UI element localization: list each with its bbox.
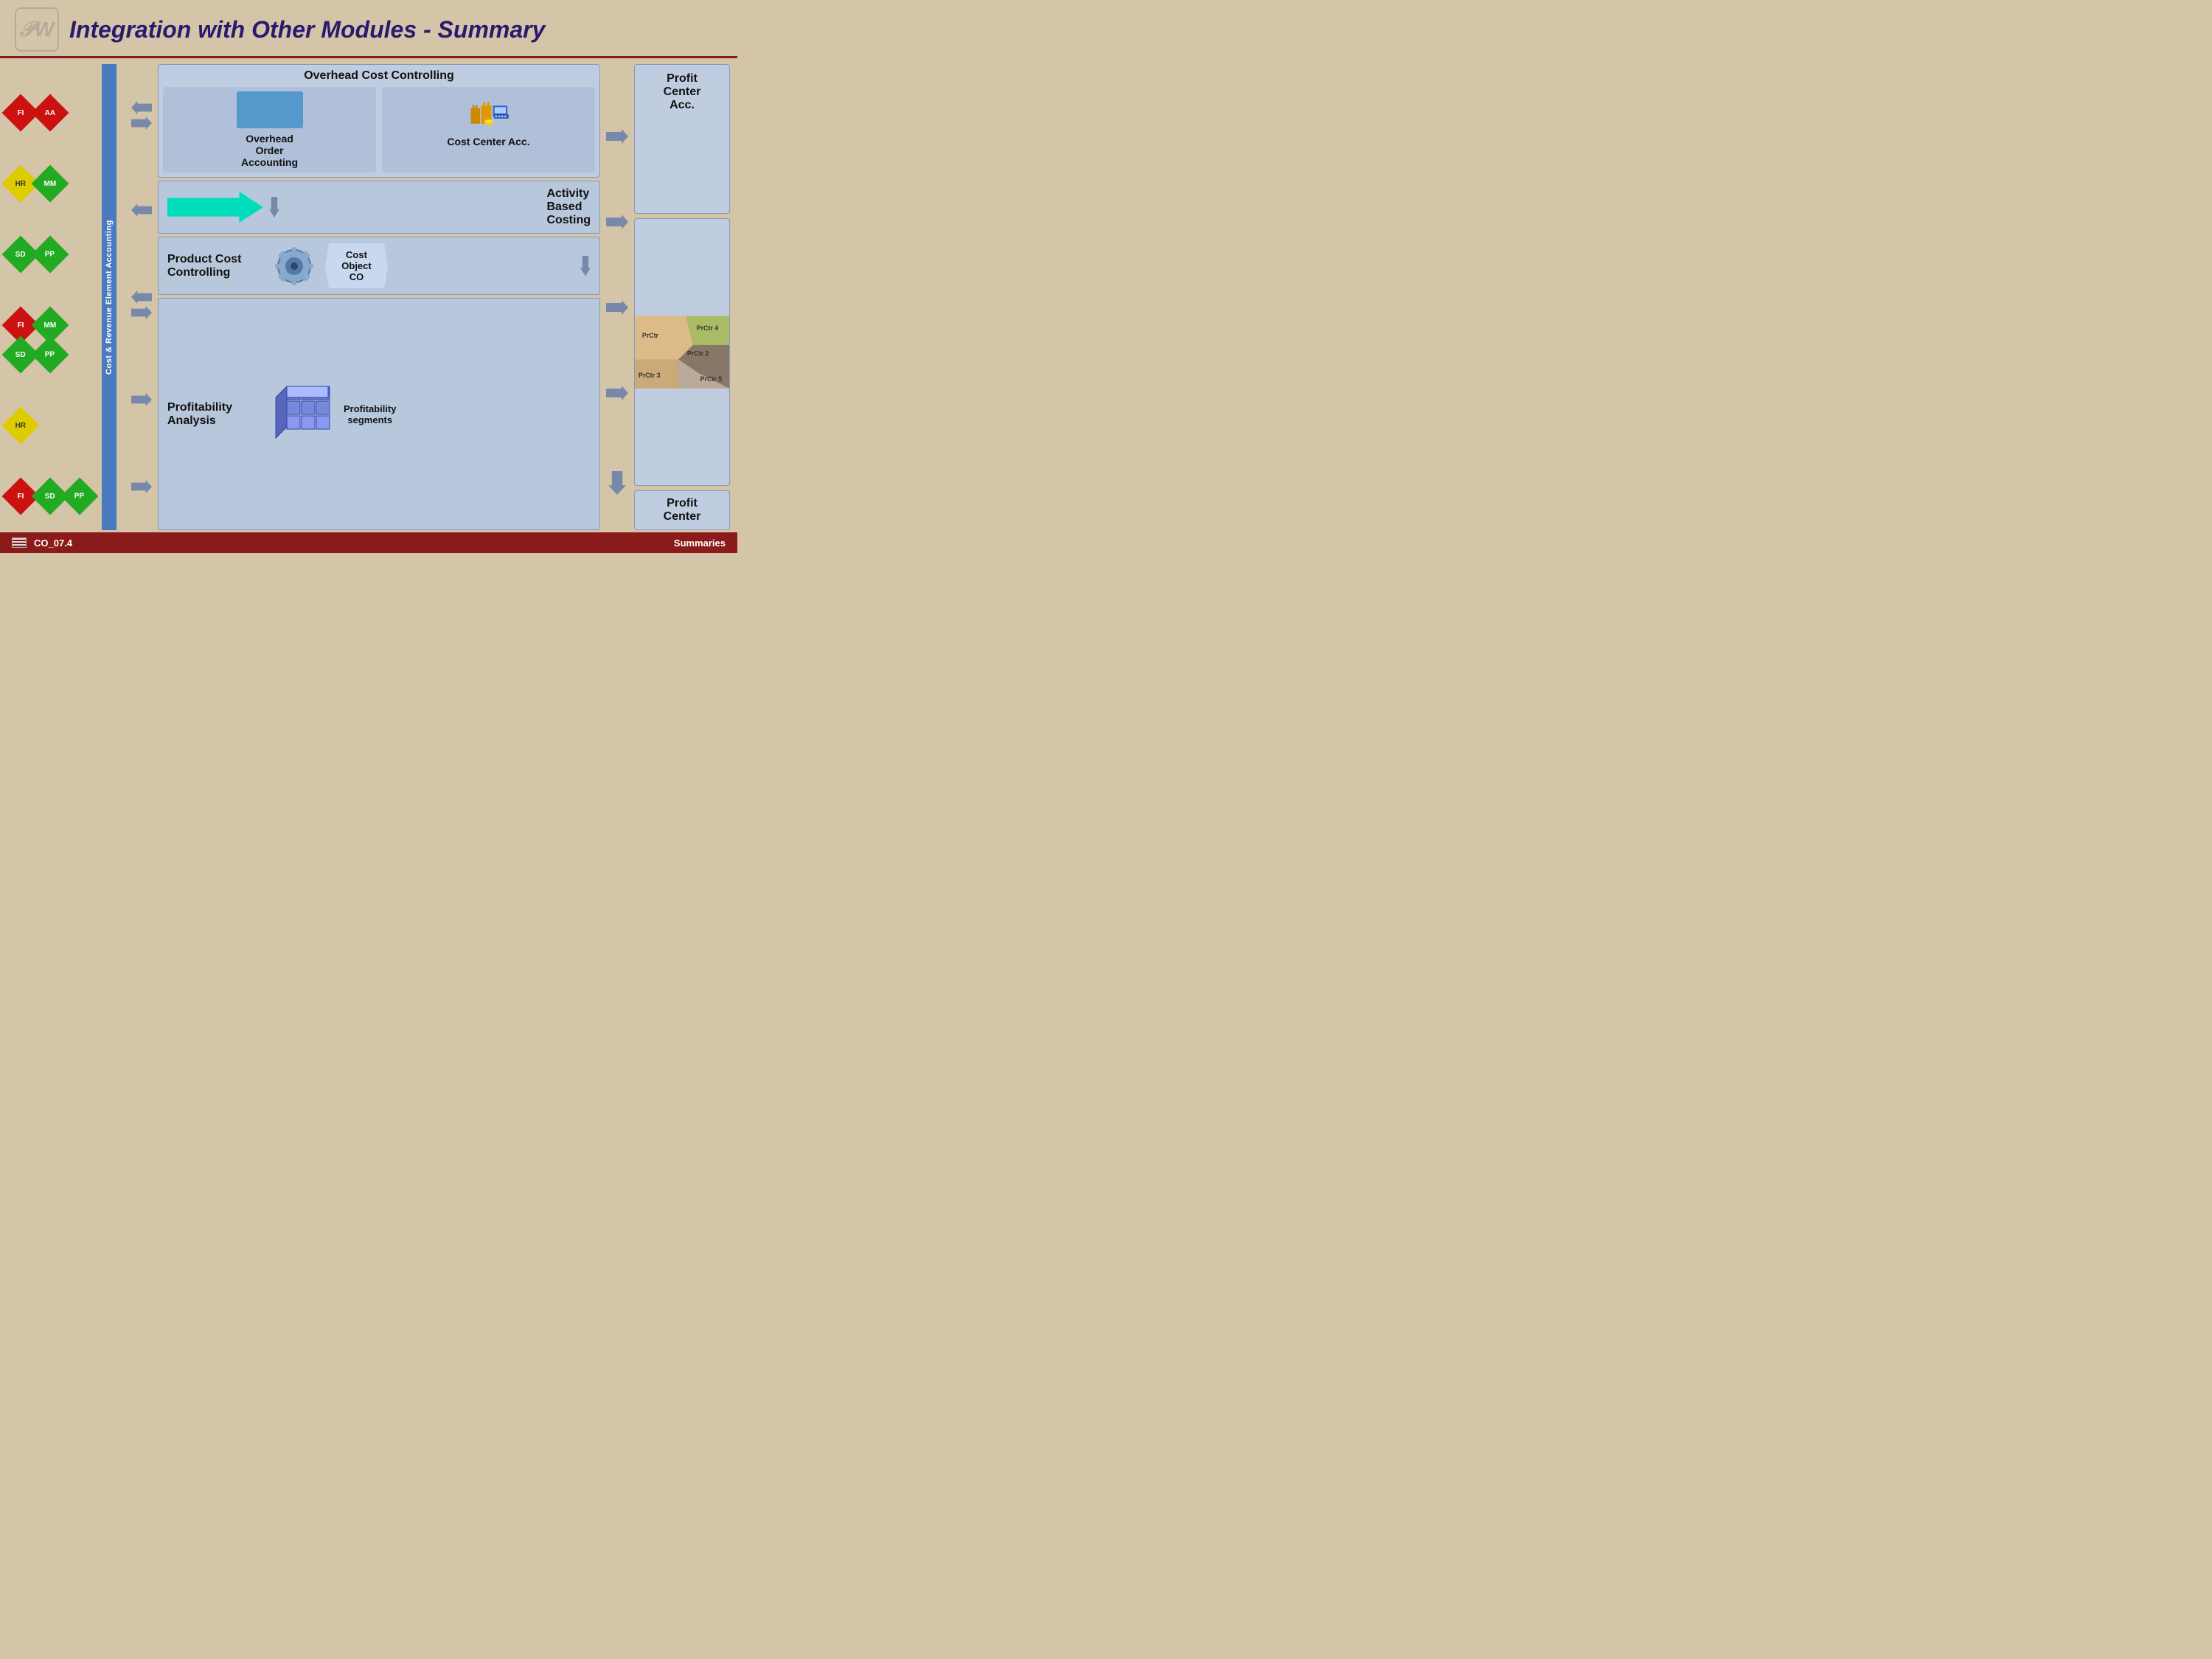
abc-row: ActivityBasedCosting xyxy=(158,181,600,234)
badge-row-5: HR xyxy=(7,412,96,439)
cost-center-box: Cost Center Acc. xyxy=(382,87,595,173)
arrow-group-pcc xyxy=(606,300,628,315)
profitability-segments-label: Profitabilitysegments xyxy=(344,403,397,425)
vertical-label: Cost & Revenue Element Accounting xyxy=(102,64,116,530)
right-arrow-3 xyxy=(131,306,152,319)
profit-center-map: PrCtr PrCtr 4 PrCtr 2 PrCtr 3 PrCtr 5 xyxy=(634,218,730,486)
main-content: FI AA HR MM SD PP FI MM SD PP HR FI SD P… xyxy=(0,58,737,530)
page-title: Integration with Other Modules - Summary xyxy=(69,16,545,44)
logo-text: 𝒫W xyxy=(20,18,55,42)
full-diagram: Overhead Cost Controlling OverheadOrderA… xyxy=(158,64,600,530)
occ-section: Overhead Cost Controlling OverheadOrderA… xyxy=(158,64,600,178)
badge-pp-1: PP xyxy=(32,236,69,274)
badge-row-2: HR MM xyxy=(7,170,96,197)
overhead-order-box: OverheadOrderAccounting xyxy=(163,87,376,173)
cost-object-co: CostObjectCO xyxy=(325,243,388,288)
logo: 𝒫W xyxy=(15,7,59,52)
abc-teal-arrow xyxy=(167,192,263,223)
profit-center-map-svg: PrCtr PrCtr 4 PrCtr 2 PrCtr 3 PrCtr 5 xyxy=(635,219,729,485)
badge-row-1: FI AA xyxy=(7,100,96,126)
left-badges: FI AA HR MM SD PP FI MM SD PP HR FI SD P… xyxy=(7,64,96,530)
cost-center-label: Cost Center Acc. xyxy=(447,136,529,147)
badge-row-4: FI MM SD PP xyxy=(7,312,81,368)
footer-section: Summaries xyxy=(674,538,726,549)
svg-text:PrCtr 5: PrCtr 5 xyxy=(700,375,723,383)
down-arrow-abc xyxy=(269,197,279,218)
profit-center-bottom: ProfitCenter xyxy=(634,490,730,530)
arrow-pair-5 xyxy=(131,480,152,493)
right-arrow-4 xyxy=(131,393,152,406)
overhead-order-label: OverheadOrderAccounting xyxy=(241,133,298,168)
down-arrow-right xyxy=(608,471,626,495)
pcc-gear-icon xyxy=(272,244,316,288)
svg-text:PrCtr 3: PrCtr 3 xyxy=(639,372,661,379)
right-arrow-pcc xyxy=(606,300,628,315)
overhead-order-icon xyxy=(237,91,303,128)
arrow-pair-1 xyxy=(131,101,152,130)
arrow-pair-2 xyxy=(131,204,152,217)
right-panel: ProfitCenterAcc. PrCtr PrCtr 4 PrCtr 2 P… xyxy=(634,64,730,530)
cost-center-icon xyxy=(468,91,509,133)
pa-row: ProfitabilityAnalysis xyxy=(158,298,600,530)
right-arrow-pa xyxy=(606,386,628,400)
vertical-label-col: Cost & Revenue Element Accounting xyxy=(102,64,125,530)
svg-text:PrCtr 2: PrCtr 2 xyxy=(687,349,709,357)
arrow-pair-3 xyxy=(131,291,152,319)
svg-text:PrCtr: PrCtr xyxy=(642,332,659,339)
footer-left: CO_07.4 xyxy=(12,538,72,549)
occ-inner: OverheadOrderAccounting xyxy=(163,87,595,173)
right-arrow-occ xyxy=(606,129,628,144)
footer-icon xyxy=(12,538,27,548)
pa-label: ProfitabilityAnalysis xyxy=(167,401,263,428)
badge-hr-2: HR xyxy=(2,407,40,445)
footer: CO_07.4 Summaries xyxy=(0,532,737,553)
header: 𝒫W Integration with Other Modules - Summ… xyxy=(0,0,737,58)
right-arrow-abc xyxy=(606,215,628,229)
badge-pp-2: PP xyxy=(32,336,69,374)
pcc-row: Product CostControlling CostObjectCO xyxy=(158,237,600,295)
badge-aa: AA xyxy=(32,94,69,132)
left-arrow-2 xyxy=(131,204,152,217)
svg-text:PrCtr 4: PrCtr 4 xyxy=(697,324,719,332)
footer-slide-id: CO_07.4 xyxy=(34,538,72,549)
arrow-pair-4 xyxy=(131,393,152,406)
badge-pp-3: PP xyxy=(61,478,99,515)
left-arrow-1 xyxy=(131,101,152,114)
right-arrow-1 xyxy=(131,116,152,130)
occ-title: Overhead Cost Controlling xyxy=(163,69,595,83)
pcc-label: Product CostControlling xyxy=(167,253,263,279)
left-arrow-3 xyxy=(131,291,152,304)
badge-mm-1: MM xyxy=(32,165,69,203)
profitability-cube xyxy=(272,383,335,445)
abc-label: ActivityBasedCosting xyxy=(546,187,591,227)
badge-row-3: SD PP xyxy=(7,241,96,268)
down-arrow-pcc xyxy=(580,256,591,276)
badge-row-6: FI SD PP xyxy=(7,483,96,509)
profit-center-acc: ProfitCenterAcc. xyxy=(634,64,730,214)
right-arrow-5 xyxy=(131,480,152,493)
left-arrows-col xyxy=(131,64,152,530)
mid-arrows xyxy=(606,64,628,530)
